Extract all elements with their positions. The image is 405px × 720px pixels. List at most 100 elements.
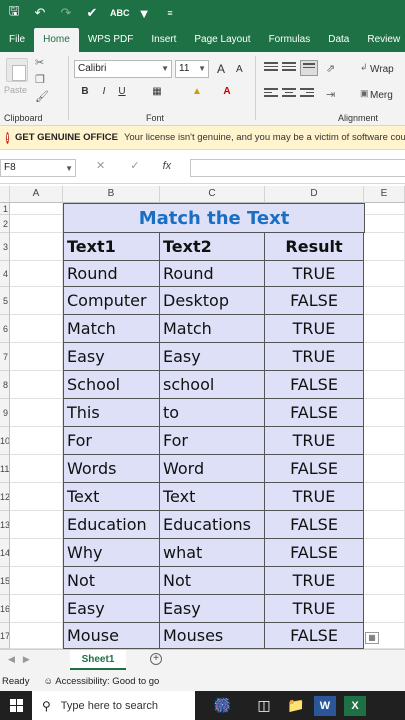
- paste-icon[interactable]: [6, 58, 28, 82]
- cell[interactable]: [364, 511, 405, 539]
- insert-function-button[interactable]: fx: [163, 160, 172, 172]
- result-cell[interactable]: FALSE: [265, 455, 364, 483]
- file-explorer-icon[interactable]: 📁: [282, 691, 310, 720]
- tab-insert[interactable]: Insert: [142, 28, 185, 52]
- cell[interactable]: [364, 567, 405, 595]
- sheet-nav-arrows-icon[interactable]: ◀▶: [8, 654, 38, 665]
- text-cell[interactable]: Word: [160, 455, 265, 483]
- text-cell[interactable]: Easy: [160, 343, 265, 371]
- row-header-1[interactable]: 1: [0, 203, 10, 215]
- select-all-corner[interactable]: [0, 186, 10, 203]
- format-painter-brush-icon[interactable]: 🖌: [35, 90, 49, 103]
- table-header-cell[interactable]: Text2: [160, 233, 265, 261]
- text-cell[interactable]: Educations: [160, 511, 265, 539]
- cell[interactable]: [10, 539, 63, 567]
- cell[interactable]: [10, 203, 63, 215]
- borders-icon[interactable]: ▦: [150, 86, 164, 97]
- accessibility-status[interactable]: ☺ Accessibility: Good to go: [43, 676, 159, 687]
- shrink-font-button[interactable]: A: [236, 64, 243, 75]
- text-cell[interactable]: Mouses: [160, 623, 265, 649]
- cell[interactable]: [364, 315, 405, 343]
- row-header-11[interactable]: 11: [0, 455, 10, 483]
- result-cell[interactable]: TRUE: [265, 343, 364, 371]
- row-header-6[interactable]: 6: [0, 315, 10, 343]
- sheet-tab-sheet1[interactable]: Sheet1: [70, 650, 126, 670]
- text-cell[interactable]: school: [160, 371, 265, 399]
- align-bottom-icon[interactable]: [300, 60, 318, 76]
- abc-spell-icon[interactable]: ABC: [110, 8, 130, 18]
- word-icon[interactable]: W: [314, 695, 336, 716]
- text-cell[interactable]: Match: [160, 315, 265, 343]
- underline-button[interactable]: U: [115, 86, 129, 97]
- row-header-12[interactable]: 12: [0, 483, 10, 511]
- align-middle-icon[interactable]: [282, 62, 296, 74]
- text-cell[interactable]: Round: [160, 261, 265, 287]
- paste-button[interactable]: Paste: [4, 85, 27, 95]
- font-color-icon[interactable]: A: [220, 86, 234, 97]
- result-cell[interactable]: FALSE: [265, 623, 364, 649]
- text-cell[interactable]: Not: [160, 567, 265, 595]
- cell[interactable]: [364, 455, 405, 483]
- result-cell[interactable]: FALSE: [265, 287, 364, 315]
- cell[interactable]: [364, 261, 405, 287]
- cell[interactable]: [10, 623, 63, 649]
- tab-page-layout[interactable]: Page Layout: [185, 28, 259, 52]
- cell[interactable]: [364, 203, 405, 215]
- cell[interactable]: [10, 287, 63, 315]
- cell[interactable]: [10, 215, 63, 233]
- text-cell[interactable]: Not: [63, 567, 160, 595]
- row-header-17[interactable]: 17: [0, 623, 10, 649]
- indent-icon[interactable]: ⇥: [326, 88, 335, 101]
- tab-formulas[interactable]: Formulas: [260, 28, 320, 52]
- row-header-3[interactable]: 3: [0, 233, 10, 261]
- font-name-select[interactable]: Calibri ▼: [74, 60, 172, 78]
- align-center-icon[interactable]: [282, 88, 296, 100]
- text-cell[interactable]: Why: [63, 539, 160, 567]
- windows-start-icon[interactable]: [0, 691, 32, 720]
- result-cell[interactable]: TRUE: [265, 427, 364, 455]
- column-header-e[interactable]: E: [364, 186, 405, 203]
- enter-formula-button[interactable]: ✓: [130, 160, 139, 172]
- excel-icon[interactable]: X: [344, 695, 366, 716]
- wrap-text-button[interactable]: Wrap: [370, 64, 394, 75]
- copy-icon[interactable]: ❐: [35, 73, 45, 86]
- text-cell[interactable]: This: [63, 399, 160, 427]
- font-size-select[interactable]: 11 ▼: [175, 60, 209, 78]
- cell[interactable]: [10, 427, 63, 455]
- italic-button[interactable]: I: [97, 86, 111, 97]
- cell[interactable]: [10, 455, 63, 483]
- tab-wps-pdf[interactable]: WPS PDF: [79, 28, 143, 52]
- result-cell[interactable]: TRUE: [265, 315, 364, 343]
- cell[interactable]: [10, 567, 63, 595]
- result-cell[interactable]: TRUE: [265, 595, 364, 623]
- table-header-cell[interactable]: Text1: [63, 233, 160, 261]
- text-cell[interactable]: Easy: [63, 343, 160, 371]
- row-header-2[interactable]: 2: [0, 215, 10, 233]
- text-cell[interactable]: Easy: [160, 595, 265, 623]
- undo-icon[interactable]: ↶: [32, 5, 48, 21]
- text-cell[interactable]: For: [160, 427, 265, 455]
- align-right-icon[interactable]: [300, 88, 314, 100]
- tab-data[interactable]: Data: [319, 28, 358, 52]
- cell[interactable]: [10, 511, 63, 539]
- align-left-icon[interactable]: [264, 88, 278, 100]
- row-header-4[interactable]: 4: [0, 261, 10, 287]
- cell[interactable]: [364, 233, 405, 261]
- redo-icon[interactable]: ↷: [58, 5, 74, 21]
- tab-home[interactable]: Home: [34, 28, 79, 52]
- cell[interactable]: [10, 483, 63, 511]
- result-cell[interactable]: TRUE: [265, 567, 364, 595]
- text-cell[interactable]: Round: [63, 261, 160, 287]
- column-header-d[interactable]: D: [265, 186, 364, 203]
- text-cell[interactable]: Education: [63, 511, 160, 539]
- cell[interactable]: [10, 399, 63, 427]
- grow-font-button[interactable]: A: [217, 62, 225, 76]
- fill-color-icon[interactable]: ▲: [190, 86, 204, 97]
- text-cell[interactable]: Match: [63, 315, 160, 343]
- table-header-cell[interactable]: Result: [265, 233, 364, 261]
- result-cell[interactable]: FALSE: [265, 399, 364, 427]
- cell[interactable]: [364, 483, 405, 511]
- cell[interactable]: [364, 215, 405, 233]
- cell[interactable]: [364, 343, 405, 371]
- align-top-icon[interactable]: [264, 62, 278, 74]
